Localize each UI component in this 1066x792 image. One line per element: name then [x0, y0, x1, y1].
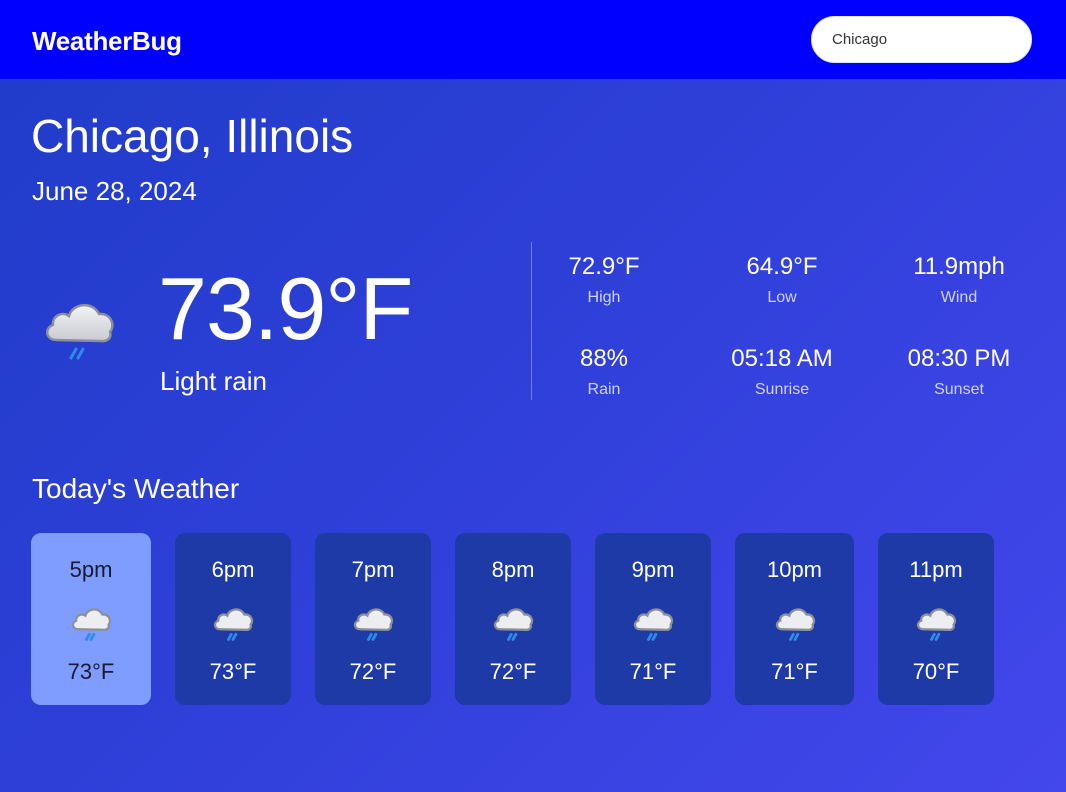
stat-label: Sunset [934, 381, 984, 398]
rain-cloud-icon [46, 304, 114, 360]
rain-cloud-icon [353, 608, 394, 641]
hour-temp: 71°F [629, 659, 677, 684]
hour-time: 7pm [351, 557, 395, 582]
stat-value: 72.9°F [568, 253, 640, 280]
stat-label: Sunrise [754, 381, 810, 398]
rain-cloud-icon [493, 608, 534, 641]
rain-cloud-icon [633, 608, 674, 641]
stat-sunrise: 05:18 AM Sunrise [697, 345, 867, 399]
hour-card[interactable]: 5pm 73°F [31, 533, 151, 705]
stat-value: 64.9°F [746, 253, 818, 280]
hour-card[interactable]: 7pm 72°F [315, 533, 431, 705]
hour-card[interactable]: 8pm 72°F [455, 533, 571, 705]
hour-temp: 72°F [349, 659, 397, 684]
rain-cloud-icon [71, 608, 112, 641]
hour-temp: 70°F [912, 659, 960, 684]
section-title: Today's Weather [32, 473, 240, 504]
stat-value: 05:18 AM [731, 345, 833, 372]
brand-logo[interactable]: WeatherBug [32, 26, 182, 57]
current-date: June 28, 2024 [32, 176, 197, 206]
city-name: Chicago, Illinois [31, 110, 354, 162]
stat-wind: 11.9mph Wind [874, 253, 1044, 307]
top-bar: WeatherBug [0, 0, 1066, 79]
hour-temp: 71°F [771, 659, 818, 684]
rain-cloud-icon [916, 608, 957, 641]
stat-label: Rain [587, 381, 621, 398]
rain-cloud-icon [775, 608, 815, 641]
hour-time: 11pm [909, 557, 963, 582]
current-condition: Light rain [160, 366, 267, 396]
stat-low: 64.9°F Low [697, 253, 867, 307]
rain-cloud-icon [213, 608, 254, 641]
hour-time: 5pm [69, 557, 113, 582]
stat-label: High [587, 289, 621, 306]
stat-value: 88% [579, 345, 629, 372]
current-temperature: 73.9°F [158, 259, 413, 358]
stat-value: 08:30 PM [907, 345, 1011, 372]
search-input[interactable] [811, 16, 1032, 63]
stat-value: 11.9mph [913, 253, 1005, 280]
hour-temp: 72°F [489, 659, 537, 684]
hour-time: 6pm [211, 557, 255, 582]
hour-time: 8pm [491, 557, 535, 582]
stat-label: Low [767, 289, 797, 306]
hour-temp: 73°F [67, 659, 115, 684]
hour-time: 10pm [766, 557, 823, 582]
hour-card[interactable]: 9pm 71°F [595, 533, 711, 705]
hour-time: 9pm [631, 557, 675, 582]
hour-temp: 73°F [209, 659, 257, 684]
hour-card[interactable]: 6pm 73°F [175, 533, 291, 705]
stat-label: Wind [940, 289, 978, 306]
stat-high: 72.9°F High [519, 253, 689, 307]
stat-rain: 88% Rain [519, 345, 689, 399]
hour-card[interactable]: 10pm 71°F [735, 533, 854, 705]
hour-card[interactable]: 11pm 70°F [878, 533, 994, 705]
stat-sunset: 08:30 PM Sunset [874, 345, 1044, 399]
